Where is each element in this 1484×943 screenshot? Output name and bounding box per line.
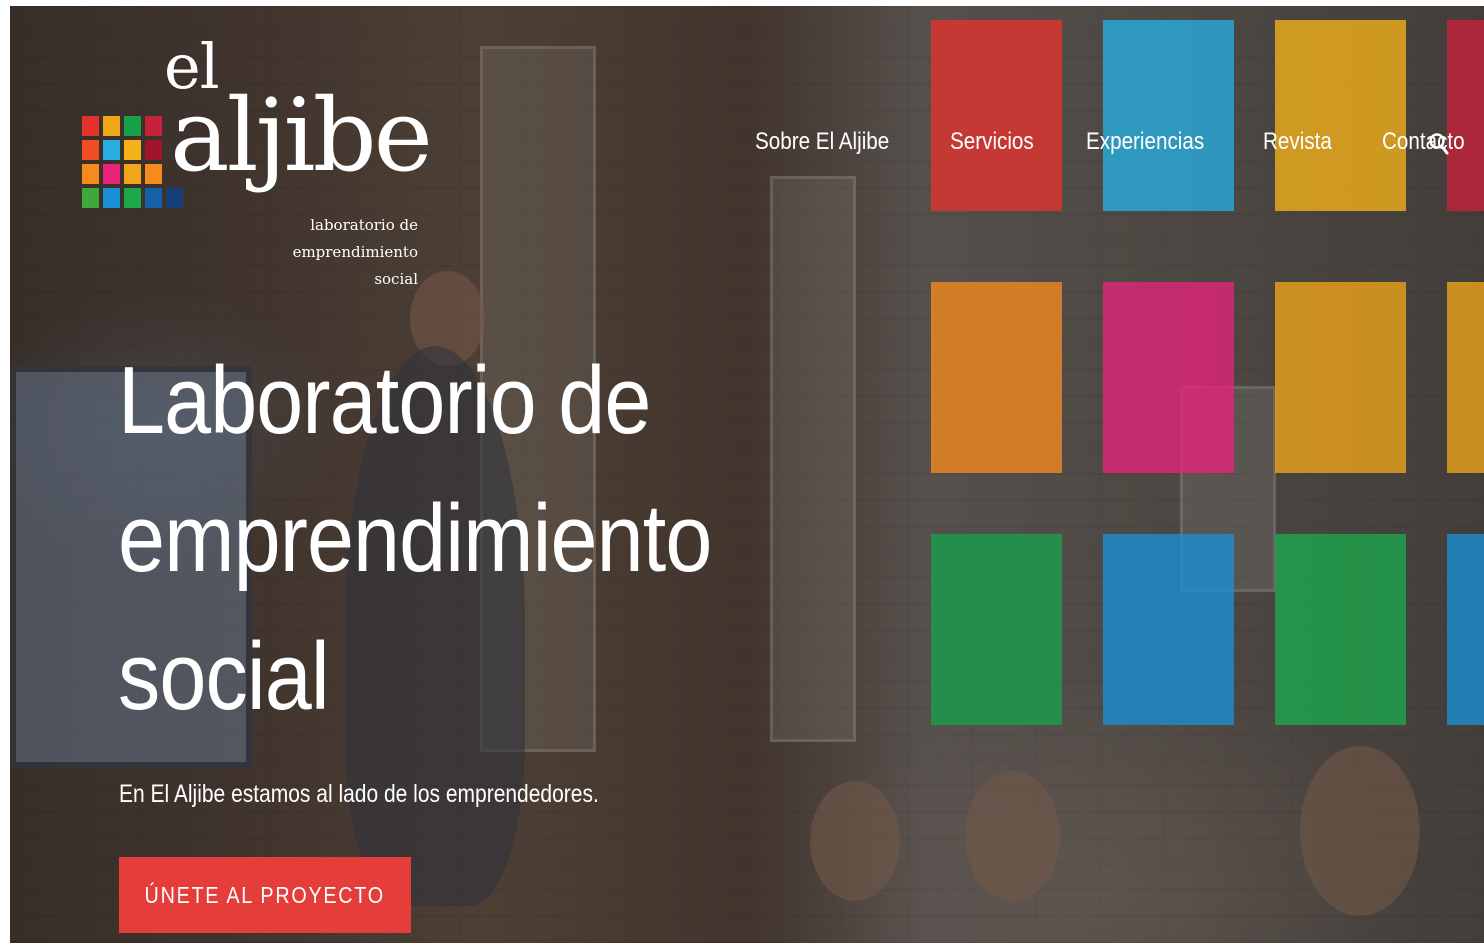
logo-cell [145,140,162,160]
nav-item-contacto[interactable]: Contacto [1382,128,1465,156]
logo-tagline: laboratorio de emprendimiento social [218,212,418,293]
nav-item-revista[interactable]: Revista [1263,128,1332,156]
nav-item-sobre[interactable]: Sobre El Aljibe [755,128,889,156]
logo-cell [103,188,120,208]
logo-cell [124,188,141,208]
color-tile-blue [1447,534,1484,725]
logo-cell [103,140,120,160]
main-nav: Sobre El Aljibe Servicios Experiencias R… [755,128,1484,156]
color-tile-blue [1103,534,1234,725]
color-tile-green [931,534,1062,725]
logo-cell [124,116,141,136]
hero-title: Laboratorio de emprendimiento social [118,332,787,746]
site-logo[interactable]: el aljibe laboratorio de emprendimiento … [82,34,433,304]
color-tile-yellow [1275,20,1406,211]
logo-cell [82,116,99,136]
hero-title-line: Laboratorio de [118,347,651,454]
logo-cell [103,164,120,184]
hero-subtitle: En El Aljibe estamos al lado de los empr… [119,780,599,808]
search-icon[interactable] [1428,132,1450,158]
logo-cell [145,164,162,184]
join-project-button-label: ÚNETE AL PROYECTO [144,881,386,908]
logo-word-aljibe: aljibe [170,77,433,194]
nav-item-servicios[interactable]: Servicios [950,128,1034,156]
hero-title-line: social [118,623,330,730]
color-tile-amber [1275,282,1406,473]
logo-cell [145,116,162,136]
logo-tagline-line: emprendimiento [292,243,418,261]
hero-section: el aljibe laboratorio de emprendimiento … [10,6,1484,943]
logo-cell [82,140,99,160]
logo-cell [124,164,141,184]
logo-tagline-line: social [374,270,418,288]
join-project-button[interactable]: ÚNETE AL PROYECTO [119,857,411,933]
logo-cell [124,140,141,160]
logo-cell [103,116,120,136]
logo-tagline-line: laboratorio de [310,216,418,234]
logo-cell [82,164,99,184]
hero-title-line: emprendimiento [118,485,712,592]
logo-cell [145,188,162,208]
color-tile-green [1275,534,1406,725]
color-tile-orange [931,282,1062,473]
color-tile-magenta [1103,282,1234,473]
logo-cell [82,188,99,208]
color-tile-amber [1447,282,1484,473]
nav-item-experiencias[interactable]: Experiencias [1086,128,1204,156]
color-tile-red [931,20,1062,211]
color-tile-cyan [1103,20,1234,211]
color-tile-crimson [1447,20,1484,211]
